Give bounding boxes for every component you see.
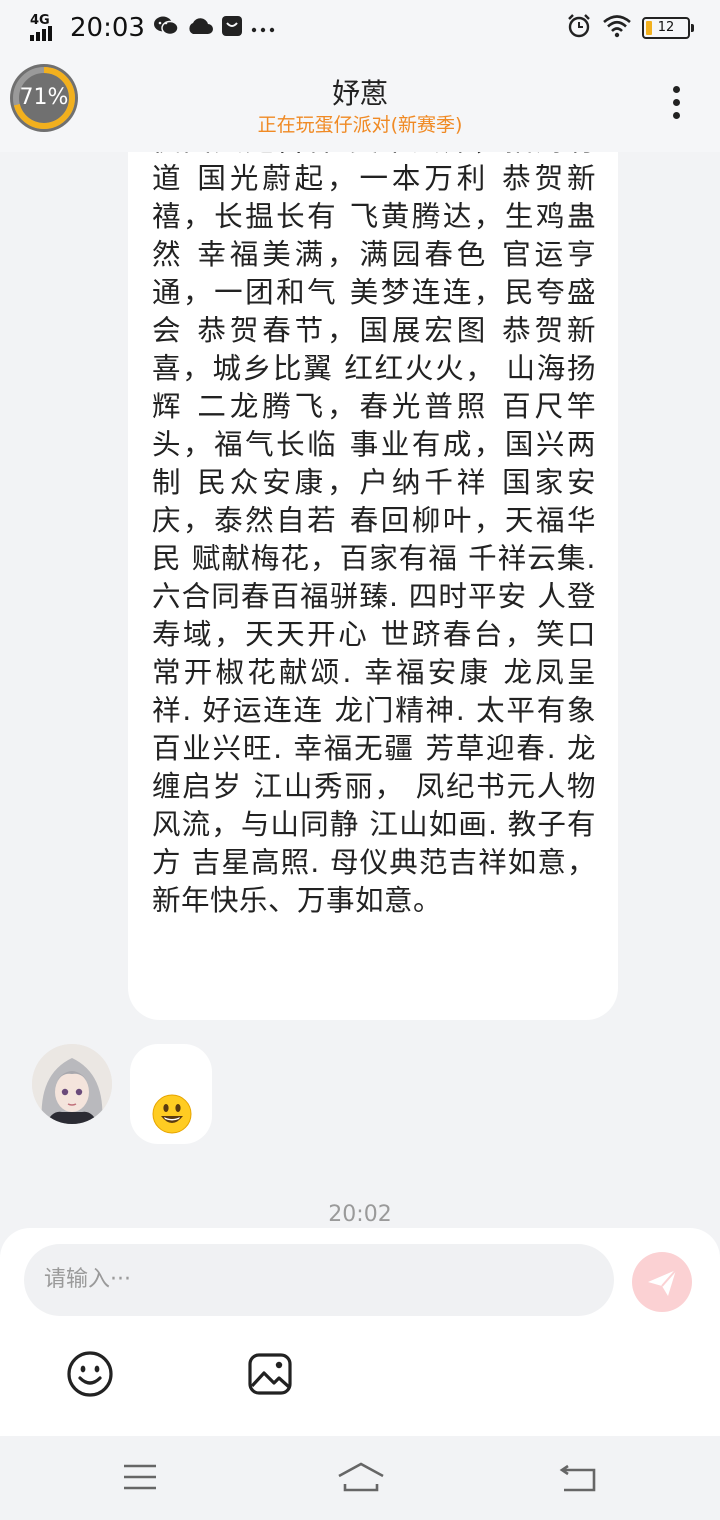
message-list[interactable]: 侯国文定吉祥 美千兴邦，招财有道 国光蔚起，一本万利 恭贺新禧，长揾长有 飞黄腾… [0, 152, 720, 1228]
message-composer: 请输入··· [0, 1228, 720, 1436]
emoji-message-bubble[interactable] [130, 1044, 212, 1144]
wifi-icon [602, 14, 632, 42]
more-vertical-icon [672, 86, 680, 93]
message-timestamp: 20:02 [328, 1202, 392, 1227]
status-left: 4G 20:03 [28, 10, 275, 46]
send-button[interactable] [632, 1252, 692, 1312]
battery-level: 12 [657, 20, 675, 35]
paper-plane-icon [648, 1269, 677, 1296]
image-icon [248, 1353, 292, 1395]
back-button[interactable] [556, 1460, 600, 1494]
status-bar: 4G 20:03 12 [0, 0, 720, 56]
system-navigation-bar [0, 1436, 720, 1520]
home-button[interactable] [336, 1460, 386, 1494]
cellular-signal-icon: 4G [28, 13, 62, 43]
alarm-icon [566, 13, 592, 43]
message-text: 侯国文定吉祥 美千兴邦，招财有道 国光蔚起，一本万利 恭贺新禧，长揾长有 飞黄腾… [152, 152, 596, 917]
wechat-icon [153, 15, 179, 41]
contact-status: 正在玩蛋仔派对(新赛季) [257, 114, 463, 136]
cloud-icon [187, 16, 213, 40]
status-right: 12 [566, 12, 694, 44]
smiley-emoji-icon [152, 1094, 192, 1134]
menu-icon [124, 1464, 156, 1490]
emoji-icon [67, 1351, 113, 1397]
back-icon [559, 1464, 596, 1492]
bag-icon [221, 15, 243, 41]
home-icon [338, 1462, 384, 1492]
status-time: 20:03 [70, 13, 145, 43]
avatar[interactable] [32, 1044, 112, 1124]
message-bubble[interactable]: 侯国文定吉祥 美千兴邦，招财有道 国光蔚起，一本万利 恭贺新禧，长揾长有 飞黄腾… [128, 152, 618, 1020]
battery-icon: 12 [642, 17, 694, 39]
more-options-button[interactable] [660, 80, 692, 128]
menu-button[interactable] [118, 1460, 162, 1494]
more-dots-icon [251, 19, 275, 38]
avatar-image [32, 1044, 112, 1124]
image-button[interactable] [246, 1350, 294, 1398]
message-input[interactable]: 请输入··· [24, 1244, 614, 1316]
emoji-button[interactable] [66, 1350, 114, 1398]
contact-name: 妤蒽 [331, 77, 388, 110]
input-placeholder: 请输入··· [44, 1267, 131, 1292]
chat-header: 71% 妤蒽 正在玩蛋仔派对(新赛季) [0, 56, 720, 152]
